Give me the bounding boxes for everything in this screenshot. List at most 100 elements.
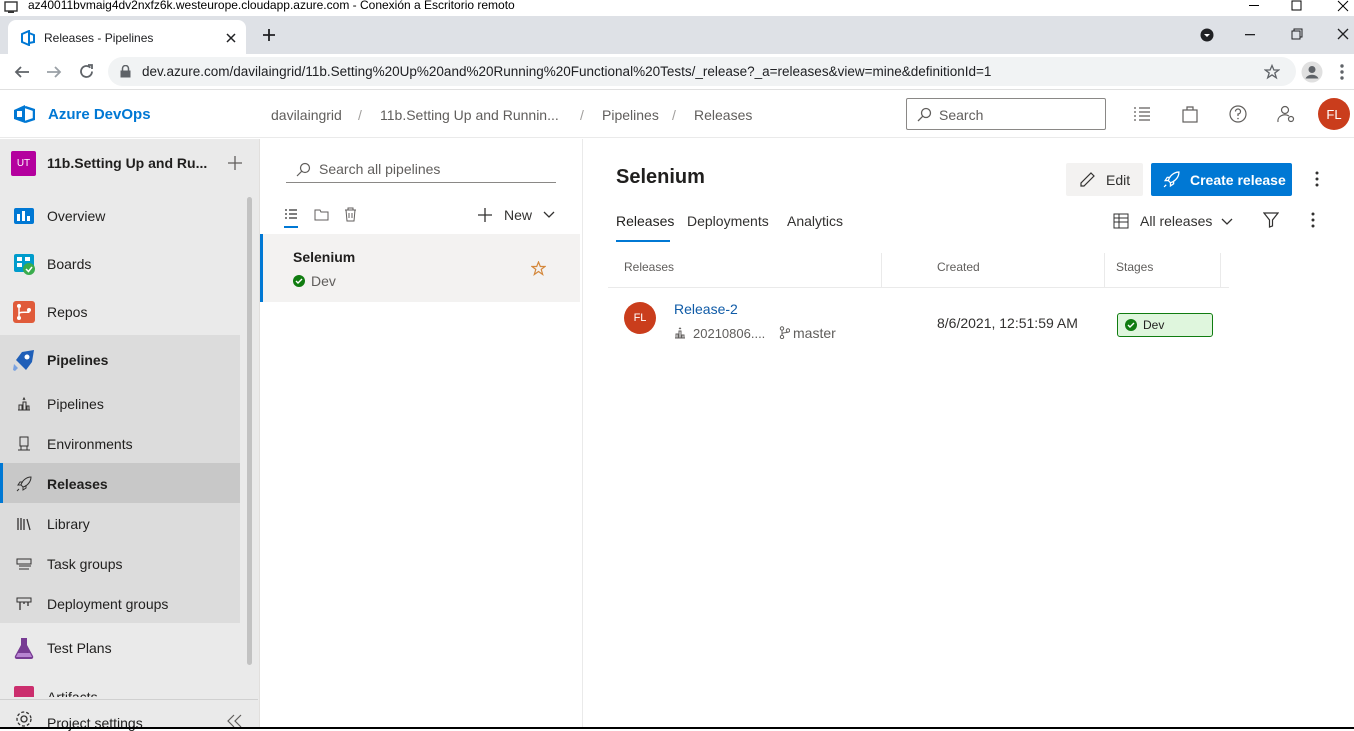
nav-item-pipelines-group[interactable]: Pipelines <box>0 340 240 380</box>
nav-label: Overview <box>47 208 106 224</box>
column-header-created[interactable]: Created <box>937 260 980 274</box>
close-window-button[interactable] <box>1320 0 1354 14</box>
folder-view-icon[interactable] <box>314 208 329 221</box>
pipeline-stage: Dev <box>311 273 336 289</box>
reload-icon[interactable] <box>78 63 95 80</box>
minimize-button[interactable] <box>1232 0 1278 14</box>
all-releases-filter[interactable]: All releases <box>1113 211 1235 233</box>
work-items-icon[interactable] <box>1132 104 1152 124</box>
forward-icon[interactable] <box>46 64 62 80</box>
list-view-icon[interactable] <box>284 208 298 222</box>
release-name-link[interactable]: Release-2 <box>674 301 738 317</box>
nav-label: Boards <box>47 256 92 272</box>
table-view-icon <box>1113 213 1129 229</box>
pipelines-icon <box>13 350 34 371</box>
new-label: New <box>504 207 533 223</box>
tab-selected-indicator <box>616 240 670 242</box>
pipelines-sub-icon <box>18 396 30 411</box>
bookmark-star-icon[interactable] <box>1264 64 1280 80</box>
user-initials: FL <box>1326 106 1342 122</box>
close-tab-icon[interactable] <box>226 33 236 43</box>
edit-button[interactable]: Edit <box>1066 163 1143 196</box>
nav-scrollbar[interactable] <box>247 197 252 665</box>
pipelines-search-input[interactable]: Search all pipelines <box>286 157 556 183</box>
chevron-down-icon <box>1221 218 1233 225</box>
new-pipeline-button[interactable]: New <box>476 205 556 225</box>
azure-devops-header: Azure DevOps davilaingrid / 11b.Setting … <box>0 90 1354 138</box>
build-artifact-icon <box>675 327 685 339</box>
tab-search-icon[interactable] <box>1200 28 1214 42</box>
column-header-stages[interactable]: Stages <box>1116 260 1153 274</box>
create-release-button[interactable]: Create release <box>1151 163 1292 196</box>
overview-icon <box>14 208 34 224</box>
marketplace-bag-icon[interactable] <box>1180 104 1200 124</box>
chrome-close-icon[interactable] <box>1337 28 1349 40</box>
nav-item-pipelines[interactable]: Pipelines <box>0 384 240 424</box>
nav-item-environments[interactable]: Environments <box>0 424 240 464</box>
azure-devops-logo-icon[interactable] <box>13 104 35 124</box>
breadcrumb-project[interactable]: 11b.Setting Up and Runnin... <box>380 107 559 123</box>
nav-item-artifacts[interactable]: Artifacts <box>0 676 240 697</box>
nav-label: Deployment groups <box>47 596 169 612</box>
nav-label: Test Plans <box>47 640 112 656</box>
project-name: 11b.Setting Up and Ru... <box>47 155 208 171</box>
browser-menu-icon[interactable] <box>1339 63 1345 81</box>
pipeline-list-item[interactable]: Selenium Dev <box>260 234 580 302</box>
more-actions-icon[interactable] <box>1315 171 1319 187</box>
project-header[interactable]: UT 11b.Setting Up and Ru... <box>0 139 258 187</box>
lock-icon[interactable] <box>120 65 131 78</box>
chrome-restore-icon[interactable] <box>1291 28 1303 40</box>
nav-item-overview[interactable]: Overview <box>0 196 240 236</box>
more-options-icon[interactable] <box>1311 212 1315 228</box>
breadcrumb-pipelines[interactable]: Pipelines <box>602 107 659 123</box>
artifacts-icon <box>14 686 34 697</box>
nav-item-releases[interactable]: Releases <box>0 464 240 504</box>
filter-funnel-icon[interactable] <box>1263 212 1279 228</box>
brand-name[interactable]: Azure DevOps <box>48 106 151 123</box>
nav-item-task-groups[interactable]: Task groups <box>0 544 240 584</box>
pencil-icon <box>1080 172 1095 187</box>
search-placeholder: Search <box>939 107 984 123</box>
browser-tab[interactable]: Releases - Pipelines <box>8 20 246 54</box>
tab-analytics[interactable]: Analytics <box>787 213 843 229</box>
stage-status-badge[interactable]: Dev <box>1117 313 1213 337</box>
new-tab-icon[interactable] <box>262 28 276 42</box>
help-icon[interactable] <box>1228 104 1248 124</box>
address-bar[interactable]: dev.azure.com/davilaingrid/11b.Setting%2… <box>108 57 1296 86</box>
nav-item-test-plans[interactable]: Test Plans <box>0 628 240 668</box>
add-project-icon[interactable] <box>227 155 243 171</box>
nav-label: Environments <box>47 436 133 452</box>
remote-desktop-titlebar: az40011bvmaig4dv2nxfz6k.westeurope.cloud… <box>0 0 1354 16</box>
breadcrumb-releases[interactable]: Releases <box>694 107 752 123</box>
nav-label: Pipelines <box>47 396 104 412</box>
nav-item-library[interactable]: Library <box>0 504 240 544</box>
favorite-star-icon[interactable] <box>531 261 546 276</box>
column-header-releases[interactable]: Releases <box>624 260 674 274</box>
column-separator <box>881 253 882 287</box>
project-badge: UT <box>11 151 36 176</box>
chrome-minimize-icon[interactable] <box>1245 34 1257 36</box>
filter-label: All releases <box>1140 213 1213 229</box>
user-settings-icon[interactable] <box>1276 104 1296 124</box>
nav-item-boards[interactable]: Boards <box>0 244 240 284</box>
tab-title: Releases - Pipelines <box>44 31 154 45</box>
nav-item-repos[interactable]: Repos <box>0 292 240 332</box>
profile-icon[interactable] <box>1301 61 1323 83</box>
browser-toolbar: dev.azure.com/davilaingrid/11b.Setting%2… <box>0 54 1354 90</box>
gear-icon[interactable] <box>15 710 33 728</box>
breadcrumb-org[interactable]: davilaingrid <box>271 107 342 123</box>
user-avatar[interactable]: FL <box>1318 98 1350 130</box>
project-settings-footer: Project settings <box>0 699 258 731</box>
repos-icon <box>13 301 35 323</box>
tab-releases[interactable]: Releases <box>616 213 674 229</box>
deleted-trash-icon[interactable] <box>344 207 357 222</box>
collapse-nav-icon[interactable] <box>227 714 243 728</box>
maximize-button[interactable] <box>1274 0 1320 14</box>
header-search-box[interactable]: Search <box>906 98 1106 130</box>
edit-label: Edit <box>1106 172 1131 188</box>
back-icon[interactable] <box>14 64 30 80</box>
created-timestamp: 8/6/2021, 12:51:59 AM <box>937 315 1078 331</box>
nav-item-deployment-groups[interactable]: Deployment groups <box>0 584 240 624</box>
tab-deployments[interactable]: Deployments <box>687 213 769 229</box>
release-pipeline-detail: Selenium Edit Create release Releases De… <box>583 139 1354 729</box>
